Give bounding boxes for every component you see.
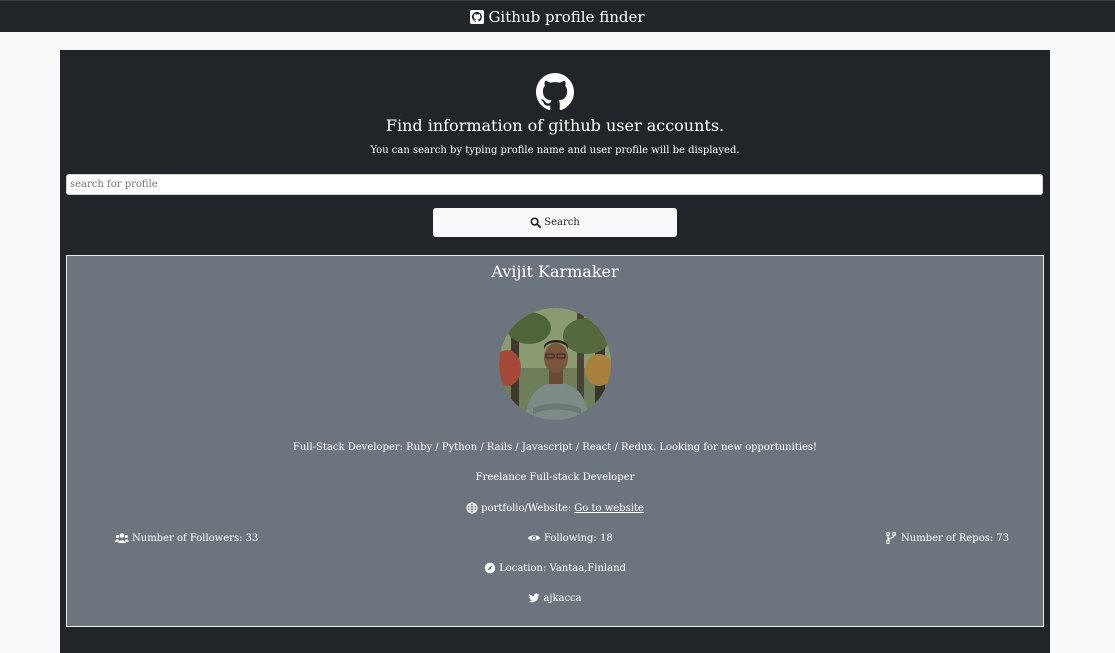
profile-bio: Full-Stack Developer: Ruby / Python / Ra… bbox=[292, 442, 818, 453]
avatar bbox=[499, 308, 611, 420]
navbar-title: Github profile finder bbox=[488, 7, 645, 26]
following-label: Following: 18 bbox=[544, 532, 613, 544]
page-subtitle: You can search by typing profile name an… bbox=[370, 145, 740, 156]
github-icon bbox=[470, 9, 485, 24]
github-logo-icon bbox=[536, 73, 574, 111]
repos-label: Number of Repos: 73 bbox=[901, 532, 1010, 544]
compass-icon bbox=[484, 562, 496, 574]
twitter-row: ajkacca bbox=[67, 592, 1043, 604]
profile-title: Freelance Full-stack Developer bbox=[475, 472, 635, 483]
following-stat: Following: 18 bbox=[527, 532, 613, 544]
search-icon bbox=[530, 217, 542, 228]
profile-card: Avijit Karmaker Full-Stack Developer: Ru… bbox=[66, 255, 1044, 627]
portfolio-link[interactable]: Go to website bbox=[574, 503, 644, 514]
search-button[interactable]: Search bbox=[433, 208, 677, 237]
code-branch-icon bbox=[885, 532, 897, 544]
navbar: Github profile finder bbox=[0, 0, 1115, 32]
portfolio-row: portfolio/Website: Go to website bbox=[67, 502, 1043, 514]
eye-icon bbox=[528, 535, 540, 541]
twitter-handle: ajkacca bbox=[543, 592, 582, 604]
followers-label: Number of Followers: 33 bbox=[132, 532, 259, 544]
location-label: Location: Vantaa,Finland bbox=[499, 562, 626, 574]
location-row: Location: Vantaa,Finland bbox=[67, 562, 1043, 574]
repos-stat: Number of Repos: 73 bbox=[884, 532, 1009, 544]
globe-icon bbox=[466, 502, 478, 514]
profile-name: Avijit Karmaker bbox=[491, 262, 619, 281]
users-icon bbox=[115, 533, 129, 543]
main-panel: Find information of github user accounts… bbox=[60, 50, 1050, 653]
portfolio-label: portfolio/Website: bbox=[481, 502, 572, 514]
search-input[interactable] bbox=[66, 174, 1043, 195]
twitter-icon bbox=[529, 593, 540, 603]
page-headline: Find information of github user accounts… bbox=[385, 116, 725, 135]
followers-stat: Number of Followers: 33 bbox=[115, 532, 258, 544]
search-button-label: Search bbox=[544, 217, 580, 228]
